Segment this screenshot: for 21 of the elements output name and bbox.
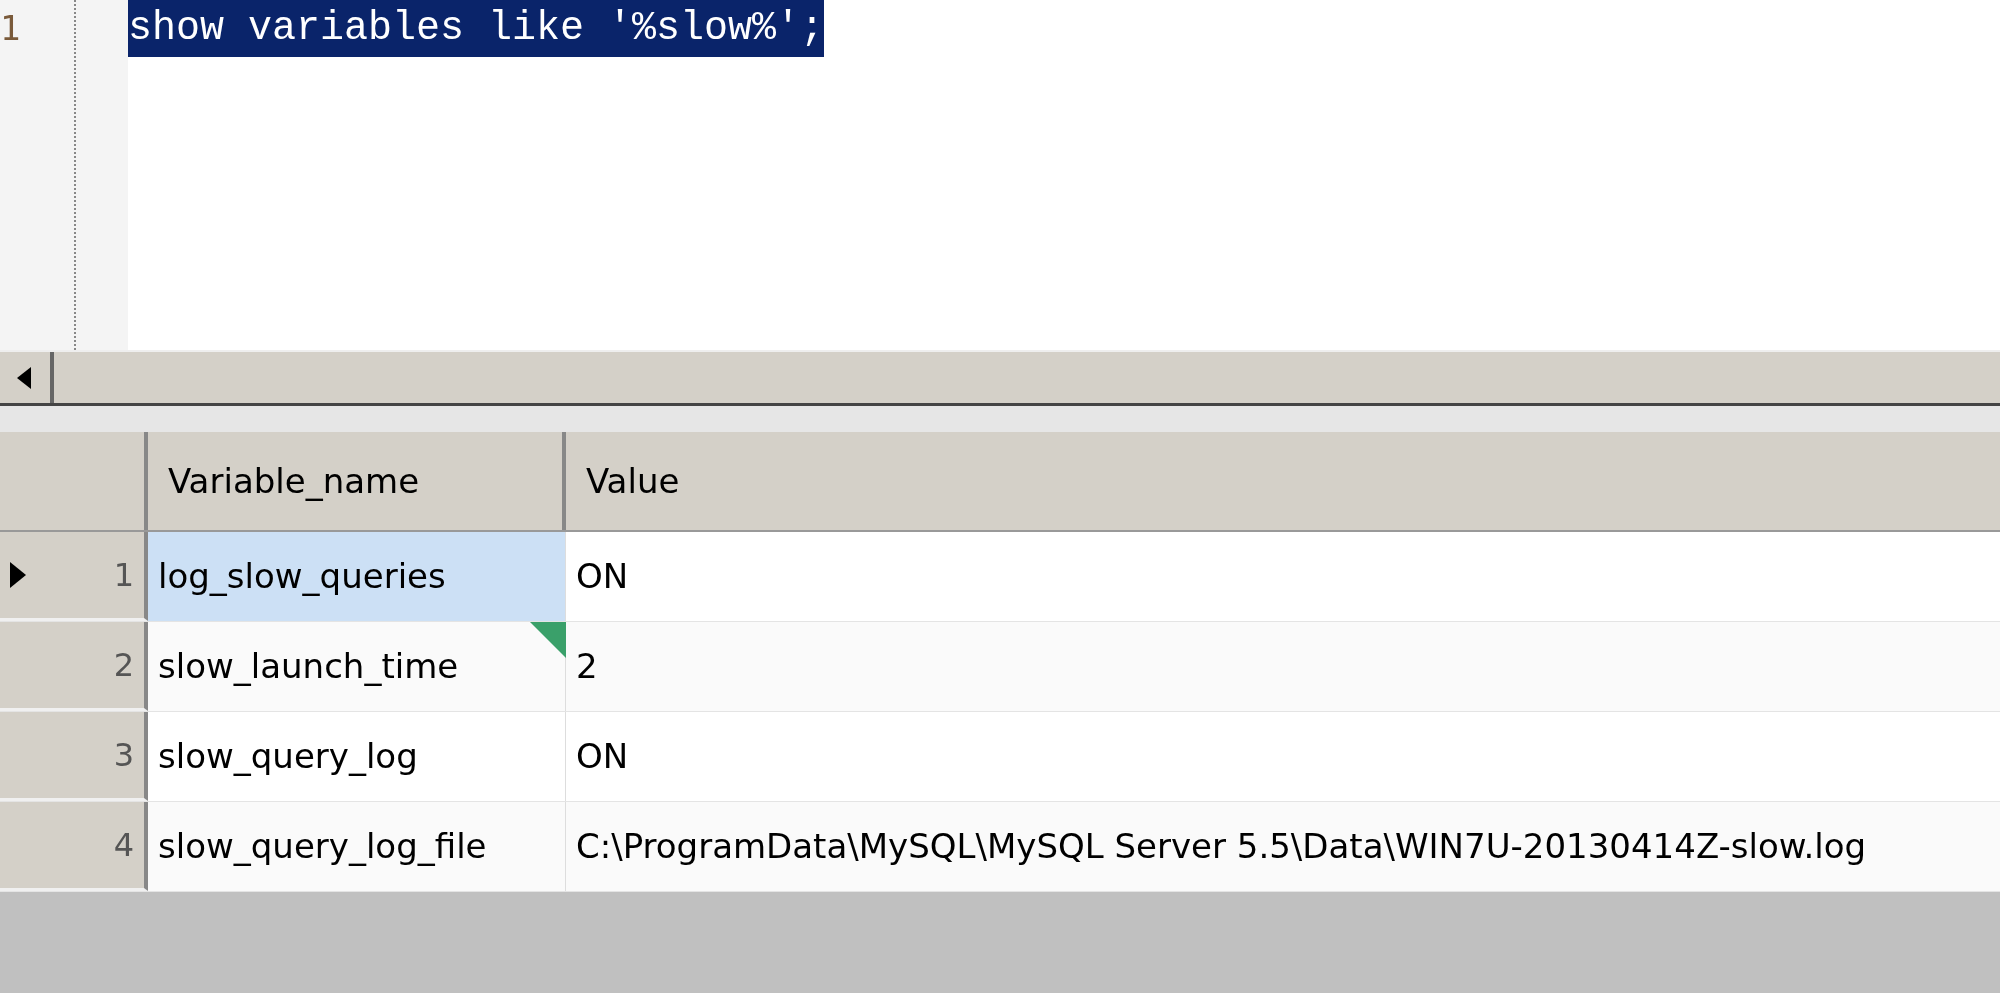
code-editor[interactable]: 1 show variables like '%slow%'; — [0, 0, 2000, 350]
row-header[interactable]: 3 — [0, 712, 148, 801]
row-number: 3 — [113, 735, 134, 776]
row-header[interactable]: 4 — [0, 802, 148, 891]
table-cell[interactable]: slow_query_log_file — [148, 802, 566, 891]
left-arrow-icon — [17, 366, 33, 389]
table-cell[interactable]: 2 — [566, 622, 2000, 711]
table-row[interactable]: 4 slow_query_log_file C:\ProgramData\MySQL\MySQL Server 5.5\Data\WIN7U-20130414Z-slow.log — [0, 802, 2000, 892]
table-row[interactable]: 1 log_slow_queries ON — [0, 532, 2000, 622]
row-pointer-icon — [10, 562, 26, 588]
row-number: 2 — [113, 645, 134, 686]
table-row[interactable]: 2 slow_launch_time 2 — [0, 622, 2000, 712]
row-number: 1 — [113, 555, 134, 596]
table-cell[interactable]: log_slow_queries — [148, 532, 566, 621]
row-header[interactable]: 2 — [0, 622, 148, 711]
row-header[interactable]: 1 — [0, 532, 148, 621]
line-number: 1 — [0, 7, 22, 50]
row-number: 4 — [113, 825, 134, 866]
table-cell[interactable]: C:\ProgramData\MySQL\MySQL Server 5.5\Data\WIN7U-20130414Z-slow.log — [566, 802, 2000, 891]
table-cell[interactable]: slow_launch_time — [148, 622, 566, 711]
table-row[interactable]: 3 slow_query_log ON — [0, 712, 2000, 802]
